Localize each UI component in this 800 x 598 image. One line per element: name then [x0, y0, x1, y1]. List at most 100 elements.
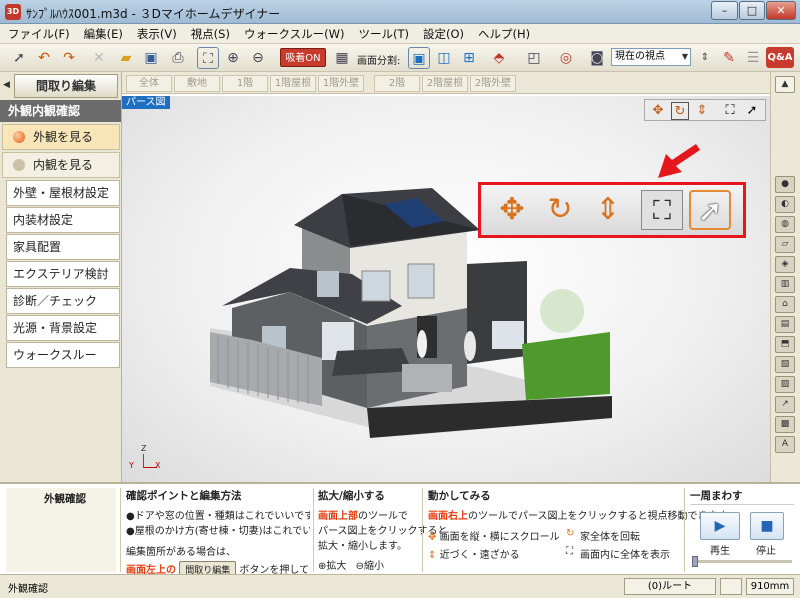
- snap-toggle-button[interactable]: 吸着ON: [280, 48, 326, 67]
- callout-arrow-icon: [658, 144, 700, 178]
- zoom-out-small-icon: ⊖: [355, 561, 364, 572]
- stop-button[interactable]: ■: [750, 512, 784, 540]
- pointer-icon[interactable]: ➚: [743, 102, 761, 120]
- scroll-up-icon[interactable]: ▲: [775, 76, 795, 93]
- tab-1f[interactable]: 1階: [222, 75, 268, 92]
- render-icon-6[interactable]: ▥: [775, 276, 795, 293]
- measure-icon[interactable]: ✎: [718, 47, 740, 69]
- tab-2f-roof[interactable]: 2階屋根: [422, 75, 468, 92]
- menu-viewpoint[interactable]: 視点(S): [191, 26, 230, 42]
- rotate-small-icon: ↻: [566, 528, 575, 539]
- zoom-out-icon[interactable]: ⊖: [247, 47, 269, 69]
- menu-furniture[interactable]: 家具配置: [6, 234, 120, 260]
- orbit-slider-handle[interactable]: [692, 556, 698, 567]
- list-icon[interactable]: ☰: [742, 47, 764, 69]
- menu-walkthrough-panel[interactable]: ウォークスルー: [6, 342, 120, 368]
- split-double-icon[interactable]: ◫: [433, 47, 455, 69]
- help-col-check: 確認ポイントと編集方法 ●ドアや窓の位置・種類はこれでいいですか。 ●屋根のかけ…: [126, 488, 310, 578]
- app-icon: 3D: [5, 4, 21, 20]
- col2-zoom-in: 拡大: [326, 561, 347, 572]
- split-quad-icon[interactable]: ⊞: [458, 47, 480, 69]
- tab-1f-roof[interactable]: 1階屋根: [270, 75, 316, 92]
- help-title: 外観確認: [44, 493, 86, 505]
- tab-2f-wall[interactable]: 2階外壁: [470, 75, 516, 92]
- collapse-arrow-icon[interactable]: ◀: [3, 80, 10, 90]
- view-exterior-label: 外観を見る: [33, 130, 94, 144]
- edit-mode-button[interactable]: 間取り編集: [14, 74, 118, 98]
- redo-icon[interactable]: ↷: [58, 47, 80, 69]
- menu-file[interactable]: ファイル(F): [8, 26, 70, 42]
- dolly-icon[interactable]: ⇕: [693, 102, 711, 120]
- menu-settings[interactable]: 設定(O): [423, 26, 464, 42]
- col1-heading: 確認ポイントと編集方法: [126, 490, 242, 502]
- rotate-large-icon: ↻: [547, 192, 573, 227]
- undo-icon[interactable]: ↶: [33, 47, 55, 69]
- render-icon-1[interactable]: ●: [775, 176, 795, 193]
- view-exterior-button[interactable]: 外観を見る: [2, 124, 120, 150]
- rotate-icon[interactable]: ↻: [671, 102, 689, 120]
- render-icon-11[interactable]: ▨: [775, 376, 795, 393]
- status-blank: [720, 578, 742, 595]
- grid-icon[interactable]: ▦: [331, 47, 353, 69]
- print-icon[interactable]: ⎙: [167, 47, 189, 69]
- render-icon-5[interactable]: ◈: [775, 256, 795, 273]
- maximize-button[interactable]: □: [739, 1, 765, 20]
- help-col-orbit: 一周まわす ▶ ■ 再生 停止: [690, 488, 796, 567]
- menu-tools[interactable]: ツール(T): [358, 26, 409, 42]
- menu-interior-materials[interactable]: 内装材設定: [6, 207, 120, 233]
- save-icon[interactable]: ▣: [140, 47, 162, 69]
- render-icon-10[interactable]: ▧: [775, 356, 795, 373]
- select-icon[interactable]: ➚: [8, 47, 30, 69]
- view-interior-label: 内観を見る: [33, 158, 94, 172]
- render-icon-13[interactable]: ▩: [775, 416, 795, 433]
- col1-line1: ●ドアや窓の位置・種類はこれでいいですか。: [126, 511, 310, 522]
- minimize-button[interactable]: –: [711, 1, 738, 20]
- window-title: ｻﾝﾌﾟﾙﾊｳｽ001.m3d - ３Dマイホームデザイナー: [26, 7, 281, 21]
- tab-site[interactable]: 敷地: [174, 75, 220, 92]
- col2-line3: 拡大・縮小します。: [318, 541, 407, 552]
- render-icon-2[interactable]: ◐: [775, 196, 795, 213]
- col2-zoom-out: 縮小: [363, 561, 384, 572]
- pan-icon[interactable]: ✥: [649, 102, 667, 120]
- camera-icon[interactable]: ◙: [586, 47, 608, 69]
- render-icon-12[interactable]: ↗: [775, 396, 795, 413]
- render-icon-3[interactable]: ◍: [775, 216, 795, 233]
- spin-icon[interactable]: ⇕: [694, 47, 716, 69]
- render-icon-4[interactable]: ▱: [775, 236, 795, 253]
- zoom-in-icon[interactable]: ⊕: [222, 47, 244, 69]
- tab-2f[interactable]: 2階: [374, 75, 420, 92]
- color-icon[interactable]: ⬘: [488, 47, 510, 69]
- fit-icon[interactable]: ⛶: [197, 47, 219, 69]
- menu-lighting[interactable]: 光源・背景設定: [6, 315, 120, 341]
- col2-line2: パース図上をクリックすると: [318, 526, 448, 537]
- render-icon-7[interactable]: ⌂: [775, 296, 795, 313]
- close-button[interactable]: ✕: [766, 1, 796, 20]
- play-button[interactable]: ▶: [700, 512, 740, 540]
- menu-exterior-design[interactable]: エクステリア検討: [6, 261, 120, 287]
- text-icon[interactable]: A: [775, 436, 795, 453]
- render-icon-9[interactable]: ⬒: [775, 336, 795, 353]
- tab-1f-wall[interactable]: 1階外壁: [318, 75, 364, 92]
- open-icon[interactable]: ▰: [115, 47, 137, 69]
- menu-walkthrough[interactable]: ウォークスルー(W): [244, 26, 345, 42]
- menu-exterior-materials[interactable]: 外壁・屋根材設定: [6, 180, 120, 206]
- split-single-icon[interactable]: ▣: [408, 47, 430, 69]
- divider: [313, 488, 314, 572]
- menu-diagnosis[interactable]: 診断／チェック: [6, 288, 120, 314]
- qa-button[interactable]: Q&A: [766, 47, 794, 68]
- menu-help[interactable]: ヘルプ(H): [478, 26, 530, 42]
- menu-edit[interactable]: 編集(E): [84, 26, 123, 42]
- fit-view-icon[interactable]: ⛶: [721, 102, 739, 120]
- box-icon[interactable]: ◰: [523, 47, 545, 69]
- delete-icon[interactable]: ✕: [88, 47, 110, 69]
- menu-view[interactable]: 表示(V): [137, 26, 177, 42]
- render-icon-8[interactable]: ▤: [775, 316, 795, 333]
- perspective-viewport[interactable]: パース図 ✥ ↻ ⇕ ⛶ ➚ ✥ ↻ ⇕ ⛶ ➚ Z Y X: [122, 96, 770, 482]
- col1-line2: ●屋根のかけ方(寄せ棟・切妻)はこれでいいですか。: [126, 526, 310, 537]
- tab-all[interactable]: 全体: [126, 75, 172, 92]
- view-interior-button[interactable]: 内観を見る: [2, 152, 120, 178]
- pointer-large-icon: ➚: [689, 190, 731, 230]
- help-panel: 外観確認 確認ポイントと編集方法 ●ドアや窓の位置・種類はこれでいいですか。 ●…: [0, 482, 800, 578]
- target-icon[interactable]: ◎: [555, 47, 577, 69]
- viewpoint-select[interactable]: 現在の視点: [611, 48, 691, 66]
